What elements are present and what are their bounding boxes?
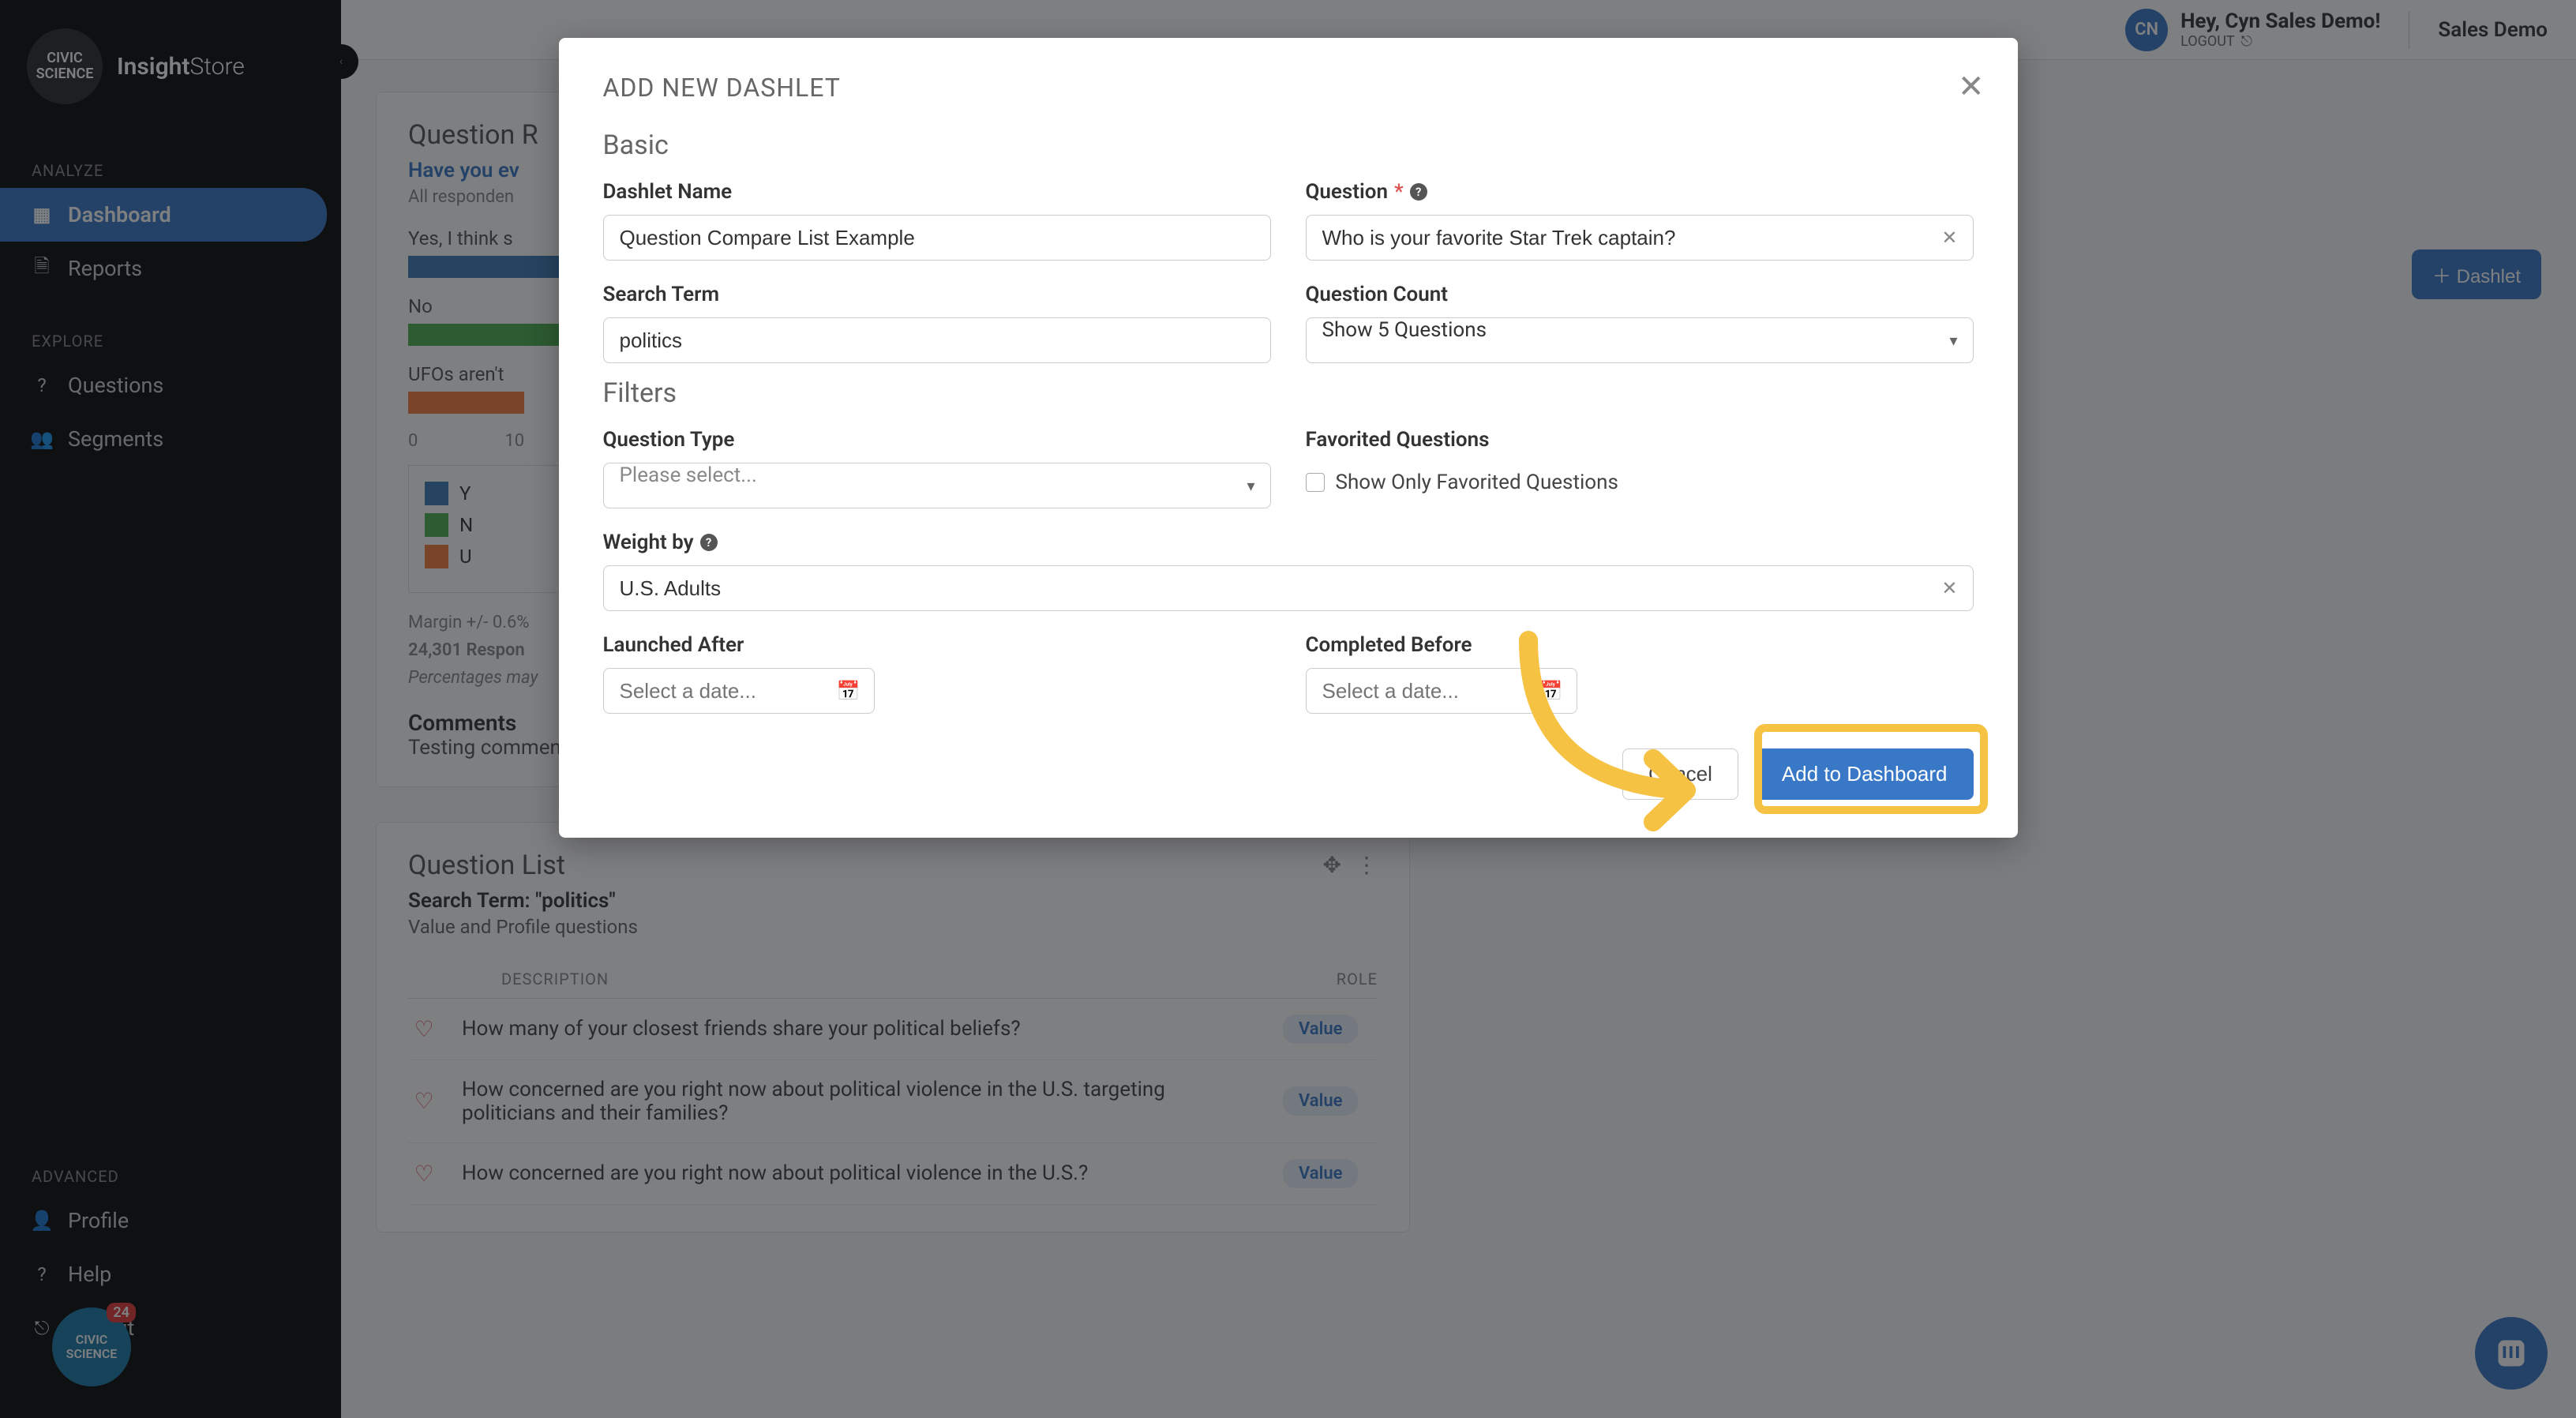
required-indicator: * [1394,180,1404,204]
field-question: Question * ? ✕ [1306,180,1974,261]
question-type-select[interactable]: Please select... [603,463,1271,508]
modal-title: ADD NEW DASHLET [603,73,1974,103]
modal-add-dashlet: ADD NEW DASHLET ✕ Basic Dashlet Name Que… [559,38,2018,838]
search-term-input[interactable] [603,317,1271,363]
info-icon[interactable]: ? [1410,183,1427,201]
question-label: Question * ? [1306,180,1974,204]
search-term-label: Search Term [603,283,1271,306]
question-count-label: Question Count [1306,283,1974,306]
field-question-type: Question Type Please select... ▾ [603,428,1271,508]
dashlet-name-label: Dashlet Name [603,180,1271,204]
favorited-checkbox[interactable] [1306,473,1325,492]
clear-icon[interactable]: ✕ [1941,227,1957,249]
completed-before-label: Completed Before [1306,633,1974,657]
weight-by-input[interactable] [603,565,1974,611]
calendar-icon[interactable]: 📅 [1539,680,1563,702]
favorited-checkbox-label: Show Only Favorited Questions [1336,471,1618,494]
section-basic: Basic [603,129,1974,161]
section-filters: Filters [603,377,1974,409]
field-completed-before: Completed Before 📅 [1306,633,1974,714]
weight-by-label: Weight by ? [603,531,1974,554]
add-to-dashboard-button[interactable]: Add to Dashboard [1756,748,1974,800]
calendar-icon[interactable]: 📅 [837,680,861,702]
modal-footer: Cancel Add to Dashboard [603,748,1974,800]
question-count-select[interactable]: Show 5 Questions [1306,317,1974,363]
clear-icon[interactable]: ✕ [1941,577,1957,599]
field-launched-after: Launched After 📅 [603,633,1271,714]
launched-after-label: Launched After [603,633,1271,657]
dashlet-name-input[interactable] [603,215,1271,261]
info-icon[interactable]: ? [700,534,718,551]
cancel-button[interactable]: Cancel [1622,748,1738,800]
field-favorited: Favorited Questions Show Only Favorited … [1306,428,1974,508]
close-icon[interactable]: ✕ [1958,68,1985,105]
favorited-label: Favorited Questions [1306,428,1974,452]
field-search-term: Search Term [603,283,1271,363]
field-weight-by: Weight by ? ✕ [603,531,1974,611]
completed-before-input[interactable] [1306,668,1577,714]
question-type-label: Question Type [603,428,1271,452]
field-dashlet-name: Dashlet Name [603,180,1271,261]
launched-after-input[interactable] [603,668,875,714]
question-input[interactable] [1306,215,1974,261]
field-question-count: Question Count Show 5 Questions ▾ [1306,283,1974,363]
